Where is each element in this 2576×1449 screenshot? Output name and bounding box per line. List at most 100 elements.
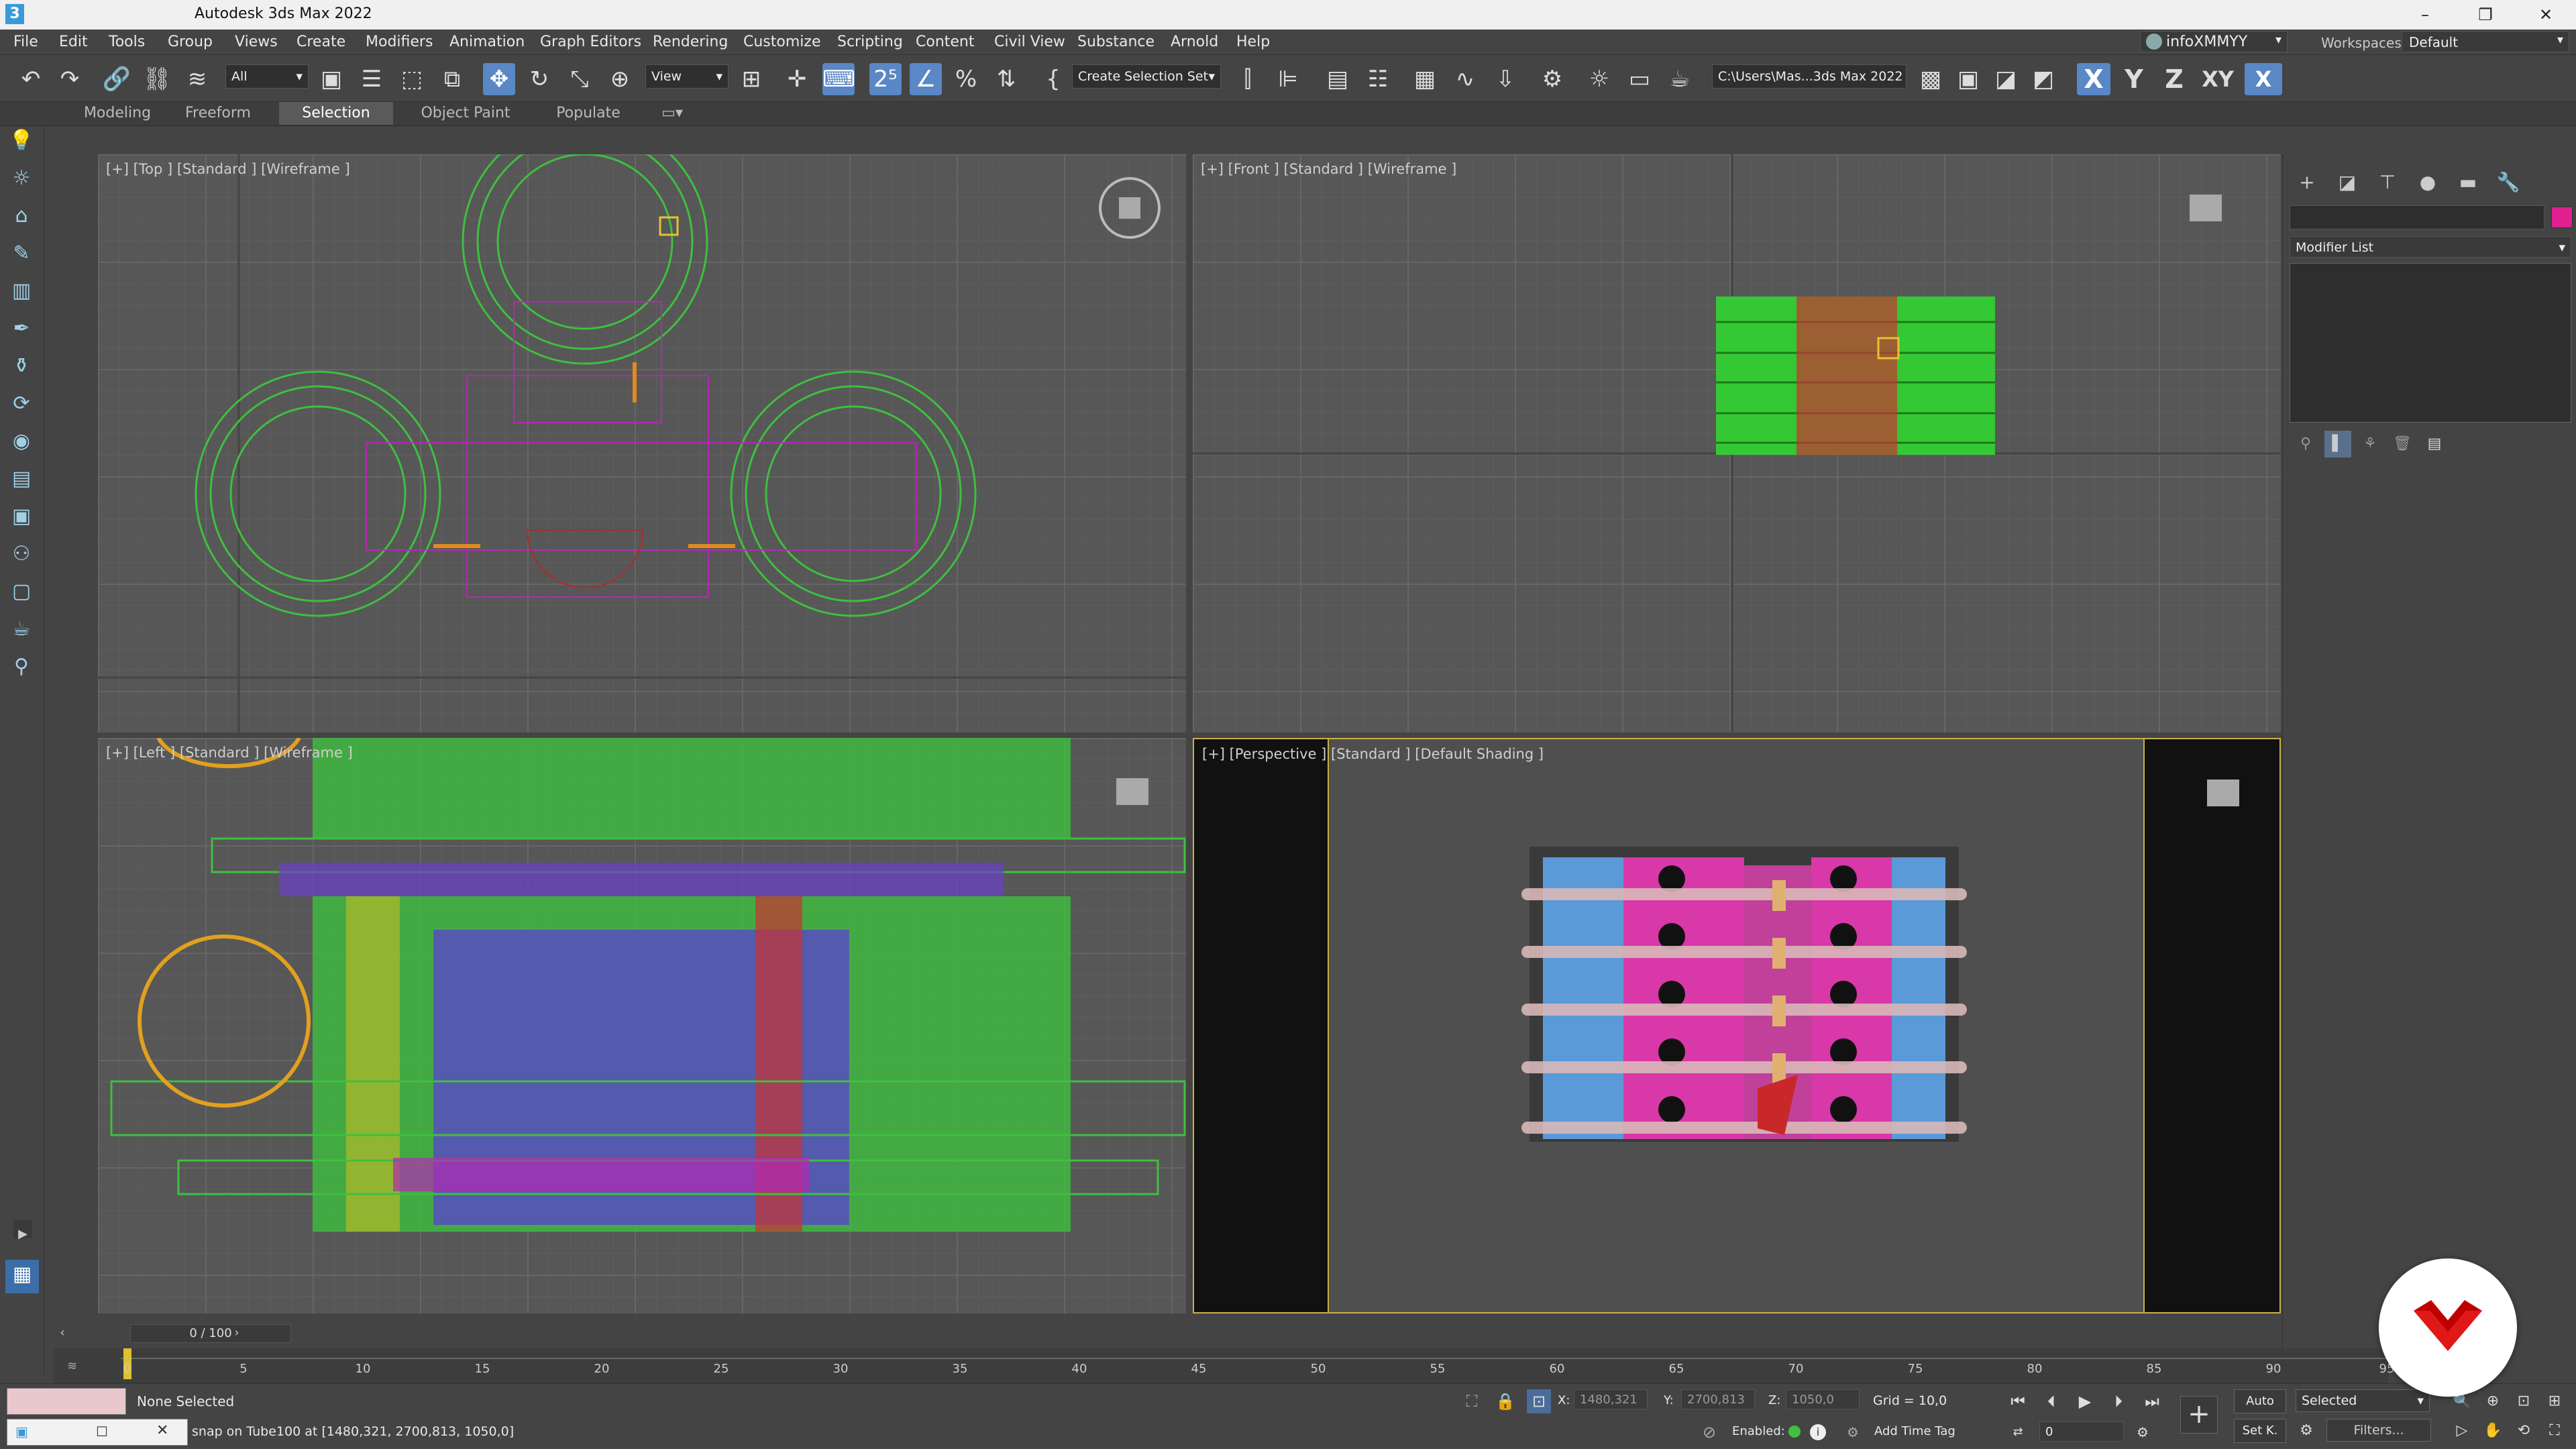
reference-coord-dropdown[interactable]: View ▾ [645,64,729,89]
rect-selection-icon[interactable]: ⬚ [396,63,428,95]
zoom-extents-all-icon[interactable]: ⊞ [2542,1389,2567,1413]
close-icon[interactable]: ✕ [2516,0,2576,30]
menu-substance[interactable]: Substance [1077,34,1155,50]
viewport-top[interactable]: [+] [Top ] [Standard ] [Wireframe ] [98,154,1186,733]
angle-snap-icon[interactable]: ∠ [910,63,942,95]
motion-panel-icon[interactable]: ● [2413,168,2443,197]
viewport-perspective[interactable]: [+] [Perspective ] [Standard ] [Default … [1193,738,2281,1313]
bottle-icon[interactable]: ⚱ [7,352,36,381]
link-icon[interactable]: 🔗 [101,63,133,95]
menu-animation[interactable]: Animation [449,34,525,50]
info-icon[interactable]: i [1810,1424,1826,1440]
tab-populate[interactable]: Populate [545,102,632,125]
close-icon[interactable]: ✕ [156,1422,168,1439]
axis-z-constraint[interactable]: Z [2157,63,2191,95]
key-filters-button[interactable]: Filters... [2326,1419,2431,1442]
sun-icon[interactable]: ☼ [7,164,36,193]
app-icon[interactable]: 3 [5,4,24,24]
ribbon-options-icon[interactable]: ▭▾ [652,102,692,125]
x-coord-field[interactable]: 1480,321 [1574,1389,1648,1409]
object-name-field[interactable] [2290,205,2544,229]
workspaces-dropdown[interactable]: Default ▾ [2402,31,2569,52]
adaptive-degradation-icon[interactable]: ⊘ [1697,1420,1721,1444]
menu-arnold[interactable]: Arnold [1171,34,1218,50]
play-icon[interactable]: ▶ [2073,1389,2097,1413]
isolate-selection-icon[interactable]: ⛶ [1460,1389,1484,1413]
viewport-layouts-icon[interactable]: ▦ [5,1260,39,1293]
window-crossing-icon[interactable]: ⧉ [436,63,468,95]
enabled-indicator[interactable] [1788,1426,1801,1438]
rotate-icon[interactable]: ↻ [523,63,555,95]
pan-view-icon[interactable]: ✋ [2481,1419,2505,1443]
select-by-name-icon[interactable]: ☰ [356,63,388,95]
rendered-frame-window-icon[interactable]: ▭ [1623,63,1656,95]
make-unique-icon[interactable]: ⚘ [2357,431,2383,458]
redo-icon[interactable]: ↷ [54,63,86,95]
schematic-view-icon[interactable]: ⇩ [1489,63,1521,95]
tab-object-paint[interactable]: Object Paint [412,102,519,125]
time-tag-icon[interactable]: ⚙ [1841,1420,1865,1444]
show-end-result-icon[interactable]: ▌ [2324,431,2351,458]
tab-modeling[interactable]: Modeling [74,102,161,125]
z-coord-field[interactable]: 1050,0 [1786,1389,1860,1409]
place-icon[interactable]: ⊕ [604,63,636,95]
pen-icon[interactable]: ✒ [7,314,36,343]
menu-graph-editors[interactable]: Graph Editors [540,34,641,50]
align-icon[interactable]: ⊫ [1272,63,1304,95]
maxscript-listener[interactable] [7,1388,126,1415]
render-production-icon[interactable]: ☕ [1664,63,1696,95]
next-frame-icon[interactable]: › [228,1326,246,1343]
field-of-view-icon[interactable]: ▷ [2450,1419,2474,1443]
taskbar-thumbnail[interactable]: ▣ ☐ ✕ [7,1419,188,1446]
viewport-label-front[interactable]: [+] [Front ] [Standard ] [Wireframe ] [1201,161,1456,177]
hint-icon[interactable]: ⚲ [7,652,36,682]
keyboard-shortcut-override-icon[interactable]: ⌨ [822,63,855,95]
spinner-snap-icon[interactable]: ⇅ [990,63,1022,95]
frame-icon[interactable]: ▢ [7,577,36,606]
undo-icon[interactable]: ↶ [15,63,47,95]
time-config-toggle-icon[interactable]: ⇄ [2006,1420,2030,1444]
tab-selection[interactable]: Selection [279,102,393,125]
selection-lock-icon[interactable]: 🔒 [1493,1389,1517,1413]
open-explorer-icon[interactable]: ▩ [1915,63,1947,95]
set-project-icon[interactable]: ◪ [1990,63,2022,95]
project-folder-dropdown[interactable]: C:\Users\Mas...3ds Max 2022▾ [1712,64,1907,89]
orbit-icon[interactable]: ⟲ [2512,1419,2536,1443]
maximize-viewport-icon[interactable]: ⛶ [2542,1419,2567,1443]
hierarchy-panel-icon[interactable]: ⊤ [2373,168,2402,197]
prev-frame-icon[interactable]: ‹ [54,1326,71,1343]
go-to-start-icon[interactable]: ⏮ [2006,1389,2030,1413]
globe-icon[interactable]: ◉ [7,427,36,456]
modify-panel-icon[interactable]: ◪ [2332,168,2362,197]
material-editor-icon[interactable]: ⚙ [1536,63,1568,95]
curve-editor-mini-icon[interactable]: ≋ [67,1359,77,1373]
utilities-panel-icon[interactable]: 🔧 [2493,168,2523,197]
axis-xy-constraint[interactable]: XY [2198,63,2238,95]
viewport-front[interactable]: [+] [Front ] [Standard ] [Wireframe ] [1193,154,2281,733]
menu-rendering[interactable]: Rendering [653,34,728,50]
paint-icon[interactable]: ✎ [7,239,36,268]
toggle-ribbon-icon[interactable]: ▦ [1409,63,1441,95]
book-icon[interactable]: ▥ [7,276,36,306]
pivot-center-icon[interactable]: ⊞ [735,63,767,95]
set-key-icon[interactable]: + [2180,1396,2218,1434]
next-frame-icon[interactable]: ⏵ [2106,1389,2131,1413]
viewport-label-left[interactable]: [+] [Left ] [Standard ] [Wireframe ] [106,745,353,761]
menu-file[interactable]: File [13,34,38,50]
light-bulb-icon[interactable]: 💡 [7,126,36,156]
select-object-icon[interactable]: ▣ [315,63,347,95]
viewport-label-top[interactable]: [+] [Top ] [Standard ] [Wireframe ] [106,161,350,177]
move-icon[interactable]: ✥ [483,63,515,95]
cycle-icon[interactable]: ⟳ [7,389,36,419]
bind-space-warp-icon[interactable]: ≋ [181,63,213,95]
menu-views[interactable]: Views [235,34,278,50]
layout-icon[interactable]: ▤ [7,464,36,494]
modifier-stack[interactable] [2290,263,2571,423]
auto-key-button[interactable]: Auto [2234,1389,2286,1413]
people-icon[interactable]: ⚇ [7,539,36,569]
viewport-left[interactable]: [+] [Left ] [Standard ] [Wireframe ] [98,738,1186,1313]
mirror-icon[interactable]: ⫿ [1232,63,1264,95]
axis-x-constraint[interactable]: X [2077,63,2110,95]
percent-snap-icon[interactable]: % [950,63,982,95]
layer-explorer-icon[interactable]: ☷ [1362,63,1394,95]
